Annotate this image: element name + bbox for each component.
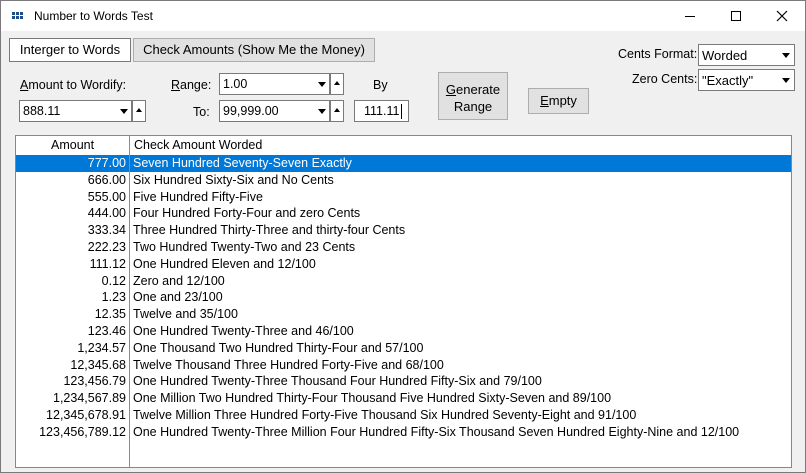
dropdown-arrow-icon[interactable] [315, 74, 330, 94]
table-row[interactable]: 1,234,567.89 One Million Two Hundred Thir… [16, 390, 791, 407]
row-amount: 12,345,678.91 [46, 407, 126, 422]
row-words: One Hundred Twenty-Three and 46/100 [133, 323, 354, 338]
range-from-input[interactable]: 1.00 [219, 73, 330, 95]
range-to-label: To: [193, 105, 210, 119]
window-title: Number to Words Test [34, 9, 153, 23]
table-row[interactable]: 1,234.57 One Thousand Two Hundred Thirty-… [16, 340, 791, 357]
spin-up-icon [334, 108, 340, 112]
maximize-icon [731, 11, 741, 21]
minimize-icon [685, 16, 695, 17]
table-row[interactable]: 0.12 Zero and 12/100 [16, 273, 791, 290]
row-words: One and 23/100 [133, 290, 223, 305]
close-button[interactable] [759, 1, 805, 31]
row-amount: 666.00 [87, 172, 126, 187]
row-words: One Million Two Hundred Thirty-Four Thou… [133, 391, 612, 406]
cents-format-label: Cents Format: [618, 47, 698, 61]
minimize-button[interactable] [667, 1, 713, 31]
check-amount-list[interactable]: Amount Check Amount Worded 777.00 Seven H… [15, 135, 792, 468]
column-header-amount[interactable]: Amount [51, 138, 94, 152]
row-words: Five Hundred Fifty-Five [133, 189, 263, 204]
table-row[interactable]: 12,345,678.91 Twelve Million Three Hundre… [16, 407, 791, 424]
row-words: Two Hundred Twenty-Two and 23 Cents [133, 239, 356, 254]
cents-format-select[interactable]: Worded [698, 44, 795, 66]
amount-label: Amount to Wordify: [20, 78, 127, 92]
row-words: Six Hundred Sixty-Six and No Cents [133, 172, 334, 187]
amount-input[interactable]: 888.11 [19, 100, 132, 122]
dropdown-arrow-icon[interactable] [315, 101, 330, 121]
row-words: Zero and 12/100 [133, 273, 225, 288]
column-header-words[interactable]: Check Amount Worded [134, 138, 262, 152]
empty-button[interactable]: Empty [528, 88, 589, 114]
row-amount: 123.46 [87, 323, 126, 338]
range-from-spin-up[interactable] [330, 73, 344, 95]
range-to-spin-up[interactable] [330, 100, 344, 122]
row-words: One Hundred Twenty-Three Million Four Hu… [133, 424, 740, 439]
table-row[interactable]: 123.46 One Hundred Twenty-Three and 46/10… [16, 323, 791, 340]
table-row[interactable]: 777.00 Seven Hundred Seventy-Seven Exactl… [16, 155, 791, 172]
table-row[interactable]: 333.34 Three Hundred Thirty-Three and thi… [16, 222, 791, 239]
row-amount: 111.12 [89, 256, 126, 271]
row-amount: 12.35 [94, 307, 126, 322]
row-amount: 777.00 [87, 156, 126, 170]
table-row[interactable]: 1.23 One and 23/100 [16, 289, 791, 306]
table-row[interactable]: 12,345.68 Twelve Thousand Three Hundred F… [16, 357, 791, 374]
dropdown-arrow-icon[interactable] [779, 45, 794, 65]
row-amount: 222.23 [87, 239, 126, 254]
row-words: One Hundred Twenty-Three Thousand Four H… [133, 374, 542, 389]
row-words: One Hundred Eleven and 12/100 [133, 256, 316, 271]
tab-check-amounts[interactable]: Check Amounts (Show Me the Money) [133, 38, 375, 62]
table-row[interactable]: 123,456,789.12 One Hundred Twenty-Three M… [16, 424, 791, 441]
range-to-input[interactable]: 99,999.00 [219, 100, 330, 122]
spin-up-icon [136, 108, 142, 112]
row-amount: 555.00 [87, 189, 126, 204]
spin-up-icon [334, 81, 340, 85]
row-words: Three Hundred Thirty-Three and thirty-fo… [133, 223, 406, 238]
row-amount: 0.12 [101, 273, 126, 288]
table-row[interactable]: 555.00 Five Hundred Fifty-Five [16, 189, 791, 206]
row-words: Twelve and 35/100 [133, 307, 238, 322]
row-words: One Thousand Two Hundred Thirty-Four and… [133, 340, 424, 355]
generate-range-button[interactable]: Generate Range [438, 72, 508, 120]
row-amount: 1,234.57 [77, 340, 126, 355]
table-row[interactable]: 444.00 Four Hundred Forty-Four and zero C… [16, 205, 791, 222]
list-header: Amount Check Amount Worded [16, 136, 791, 156]
row-amount: 12,345.68 [70, 357, 126, 372]
title-bar[interactable]: Number to Words Test [1, 1, 805, 31]
dropdown-arrow-icon[interactable] [779, 70, 794, 90]
row-words: Four Hundred Forty-Four and zero Cents [133, 206, 361, 221]
row-words: Seven Hundred Seventy-Seven Exactly [133, 156, 352, 170]
row-words: Twelve Thousand Three Hundred Forty-Five… [133, 357, 444, 372]
column-divider [129, 136, 130, 467]
app-window: Number to Words Test Interger to Words C… [0, 0, 806, 473]
row-amount: 1.23 [101, 290, 126, 305]
table-row[interactable]: 123,456.79 One Hundred Twenty-Three Thous… [16, 373, 791, 390]
list-rows: 777.00 Seven Hundred Seventy-Seven Exactl… [16, 155, 791, 441]
row-amount: 444.00 [87, 206, 126, 221]
table-row[interactable]: 222.23 Two Hundred Twenty-Two and 23 Cent… [16, 239, 791, 256]
zero-cents-label: Zero Cents: [632, 72, 698, 86]
by-label: By [373, 78, 388, 92]
amount-spin-up[interactable] [132, 100, 146, 122]
row-amount: 1,234,567.89 [53, 391, 126, 406]
by-input[interactable]: 111.11 [354, 100, 409, 122]
table-row[interactable]: 12.35 Twelve and 35/100 [16, 306, 791, 323]
zero-cents-select[interactable]: "Exactly" [698, 69, 795, 91]
maximize-button[interactable] [713, 1, 759, 31]
tab-integer-to-words[interactable]: Interger to Words [9, 38, 131, 62]
row-amount: 333.34 [87, 223, 126, 238]
range-label: Range: [171, 78, 212, 92]
table-row[interactable]: 111.12 One Hundred Eleven and 12/100 [16, 256, 791, 273]
row-amount: 123,456.79 [63, 374, 126, 389]
app-grid-icon [12, 10, 24, 22]
dropdown-arrow-icon[interactable] [117, 101, 132, 121]
row-words: Twelve Million Three Hundred Forty-Five … [133, 407, 637, 422]
close-icon [776, 10, 788, 22]
row-amount: 123,456,789.12 [39, 424, 126, 439]
table-row[interactable]: 666.00 Six Hundred Sixty-Six and No Cents [16, 172, 791, 189]
text-caret [401, 104, 402, 119]
